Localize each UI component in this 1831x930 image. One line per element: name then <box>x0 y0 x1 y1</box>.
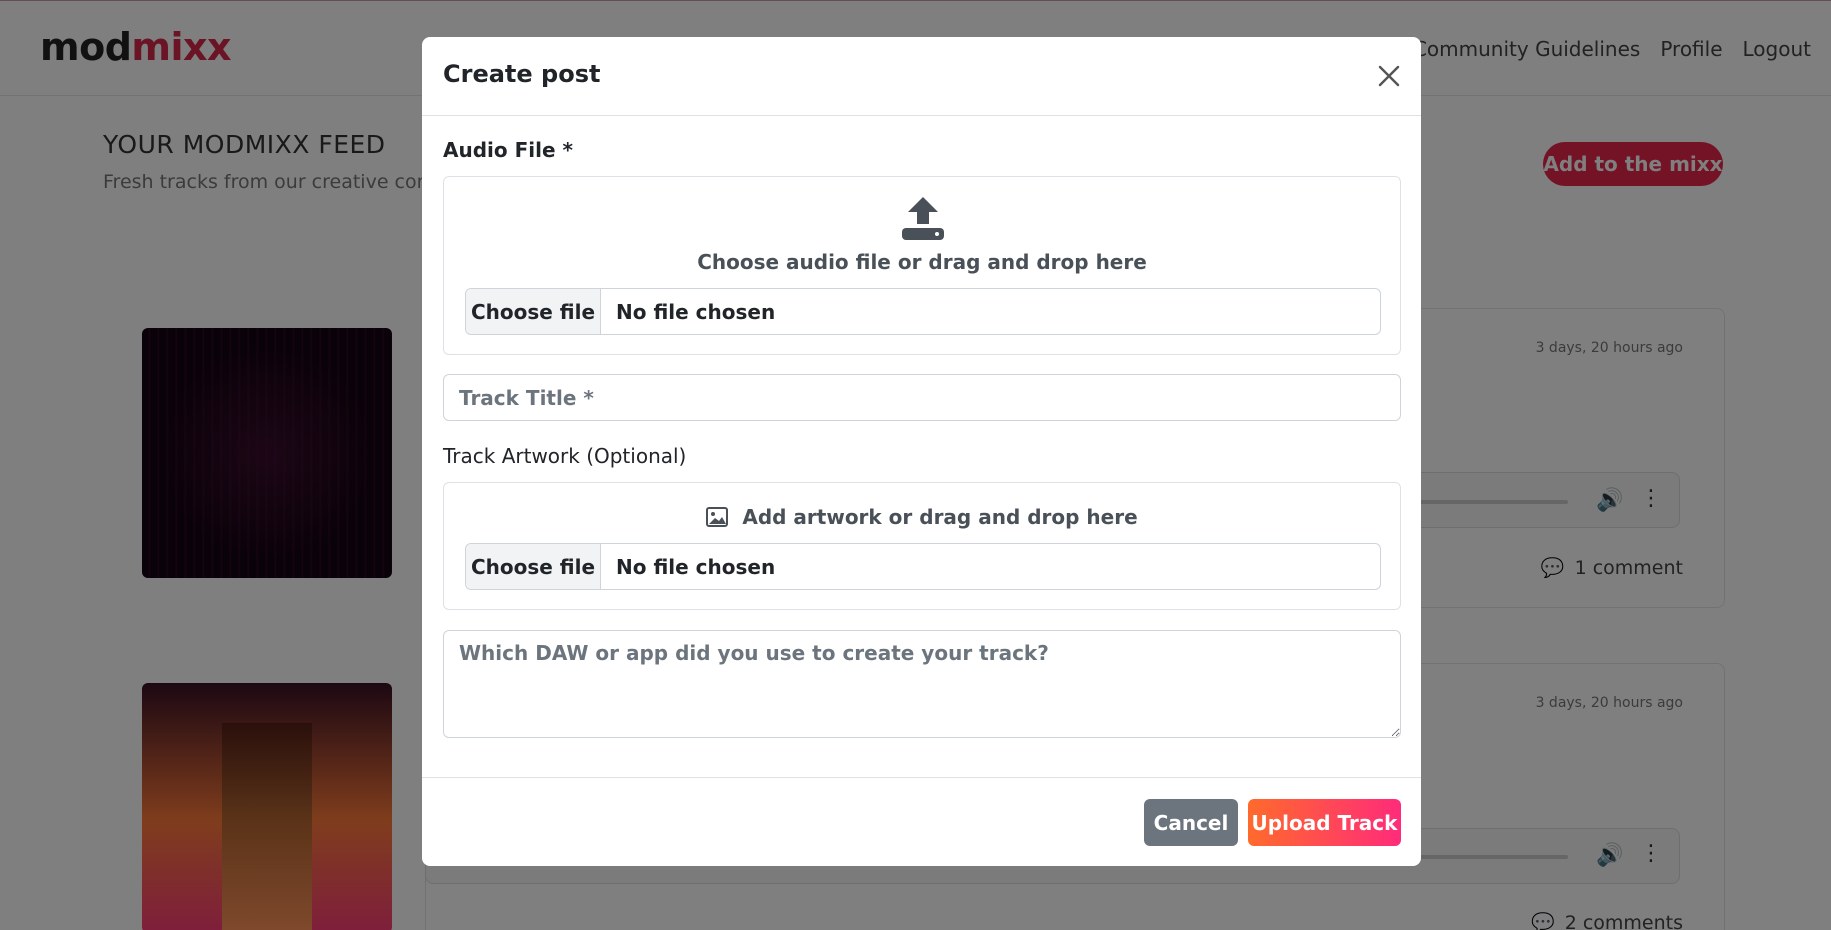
close-button[interactable] <box>1371 58 1407 94</box>
upload-track-button[interactable]: Upload Track <box>1248 799 1401 846</box>
artwork-drop-text: Add artwork or drag and drop here <box>742 505 1138 529</box>
audio-drop-text: Choose audio file or drag and drop here <box>697 250 1147 274</box>
artwork-choose-file-button[interactable]: Choose file <box>466 544 601 589</box>
audio-drop-zone[interactable]: Choose audio file or drag and drop here … <box>443 176 1401 355</box>
upload-icon <box>902 197 944 240</box>
artwork-file-status: No file chosen <box>616 554 776 579</box>
modal-title: Create post <box>443 60 601 88</box>
audio-file-input[interactable]: Choose file No file chosen <box>465 288 1381 335</box>
image-icon <box>706 507 729 527</box>
close-icon <box>1378 65 1400 87</box>
audio-file-label: Audio File * <box>443 138 573 162</box>
audio-choose-file-button[interactable]: Choose file <box>466 289 601 334</box>
modal-header: Create post <box>422 37 1421 116</box>
artwork-drop-zone[interactable]: Add artwork or drag and drop here Choose… <box>443 482 1401 610</box>
create-post-modal: Create post Audio File * Choose audio fi… <box>422 37 1421 866</box>
track-title-input[interactable] <box>443 374 1401 421</box>
artwork-file-input[interactable]: Choose file No file chosen <box>465 543 1381 590</box>
track-artwork-label: Track Artwork (Optional) <box>443 444 687 468</box>
audio-file-status: No file chosen <box>616 299 776 324</box>
cancel-button[interactable]: Cancel <box>1144 799 1238 846</box>
daw-input[interactable] <box>443 630 1401 738</box>
modal-footer: Cancel Upload Track <box>422 777 1421 866</box>
artwork-drop-row: Add artwork or drag and drop here <box>444 505 1400 529</box>
